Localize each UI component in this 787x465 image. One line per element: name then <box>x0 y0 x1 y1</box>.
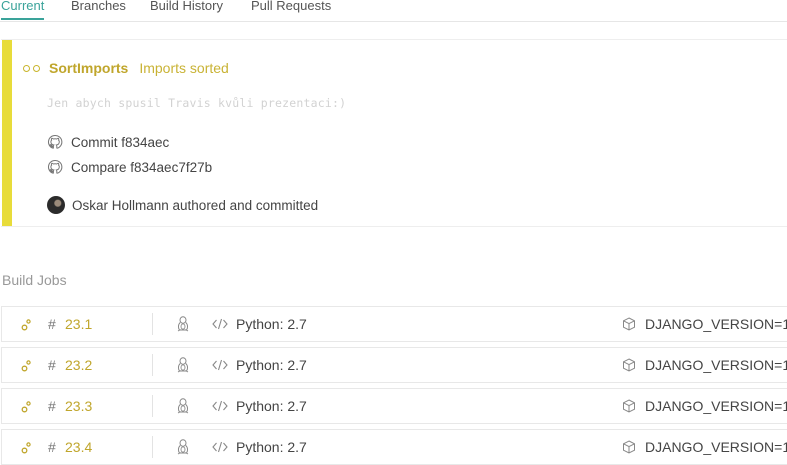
job-number[interactable]: 23.1 <box>65 316 92 332</box>
hash-icon: # <box>48 398 56 414</box>
package-icon <box>623 440 635 454</box>
tab-current[interactable]: Current <box>1 0 45 20</box>
code-icon <box>212 441 228 453</box>
author-line: Oskar Hollmann authored and committed <box>72 197 319 213</box>
commit-label: Commit f834aec <box>71 134 170 150</box>
job-language: Python: 2.7 <box>236 439 307 455</box>
author-row: Oskar Hollmann authored and committed <box>47 195 318 215</box>
divider <box>152 395 153 417</box>
avatar <box>47 196 65 214</box>
package-icon <box>623 317 635 331</box>
github-icon <box>47 159 63 174</box>
running-status-icon <box>21 319 31 331</box>
hash-icon: # <box>48 316 56 332</box>
job-language: Python: 2.7 <box>236 398 307 414</box>
package-icon <box>623 399 635 413</box>
linux-icon <box>177 357 189 373</box>
build-status-row: SortImports Imports sorted <box>23 58 229 78</box>
code-icon <box>212 400 228 412</box>
build-summary-card: SortImports Imports sorted Jen abych spu… <box>1 39 787 227</box>
build-tabs: Current Branches Build History Pull Requ… <box>0 0 787 22</box>
tab-pull-requests[interactable]: Pull Requests <box>251 0 331 18</box>
build-status-stripe <box>2 40 12 226</box>
divider <box>152 436 153 458</box>
tab-branches[interactable]: Branches <box>71 0 126 18</box>
divider <box>152 354 153 376</box>
tab-build-history[interactable]: Build History <box>150 0 223 18</box>
commit-message: Imports sorted <box>139 60 229 76</box>
code-icon <box>212 359 228 371</box>
package-icon <box>623 358 635 372</box>
job-env: DJANGO_VERSION=1.9 <box>645 439 787 455</box>
job-env: DJANGO_VERSION=1.8 <box>645 398 787 414</box>
compare-label: Compare f834aec7f27b <box>71 159 213 175</box>
job-number[interactable]: 23.3 <box>65 398 92 414</box>
github-icon <box>47 134 63 149</box>
job-env: DJANGO_VERSION=1.7 <box>645 357 787 373</box>
divider <box>152 313 153 335</box>
build-job-row[interactable]: # 23.4 Python: 2.7 DJANGO_VERSION=1.9 <box>1 429 787 465</box>
build-jobs-title: Build Jobs <box>2 272 67 288</box>
commit-description: Jen abych spusil Travis kvůli prezentaci… <box>47 96 347 110</box>
job-number[interactable]: 23.4 <box>65 439 92 455</box>
job-env: DJANGO_VERSION=1.6 <box>645 316 787 332</box>
hash-icon: # <box>48 357 56 373</box>
build-job-row[interactable]: # 23.3 Python: 2.7 DJANGO_VERSION=1.8 <box>1 388 787 424</box>
compare-link[interactable]: Compare f834aec7f27b <box>47 158 212 176</box>
running-status-icon <box>21 360 31 372</box>
commit-link[interactable]: Commit f834aec <box>47 133 169 151</box>
job-language: Python: 2.7 <box>236 316 307 332</box>
running-status-icon <box>23 64 40 72</box>
running-status-icon <box>21 401 31 413</box>
job-number[interactable]: 23.2 <box>65 357 92 373</box>
running-status-icon <box>21 442 31 454</box>
linux-icon <box>177 316 189 332</box>
linux-icon <box>177 398 189 414</box>
hash-icon: # <box>48 439 56 455</box>
build-job-row[interactable]: # 23.1 Python: 2.7 DJANGO_VERSION=1.6 <box>1 306 787 342</box>
code-icon <box>212 318 228 330</box>
branch-name[interactable]: SortImports <box>49 60 128 76</box>
linux-icon <box>177 439 189 455</box>
build-job-row[interactable]: # 23.2 Python: 2.7 DJANGO_VERSION=1.7 <box>1 347 787 383</box>
job-language: Python: 2.7 <box>236 357 307 373</box>
